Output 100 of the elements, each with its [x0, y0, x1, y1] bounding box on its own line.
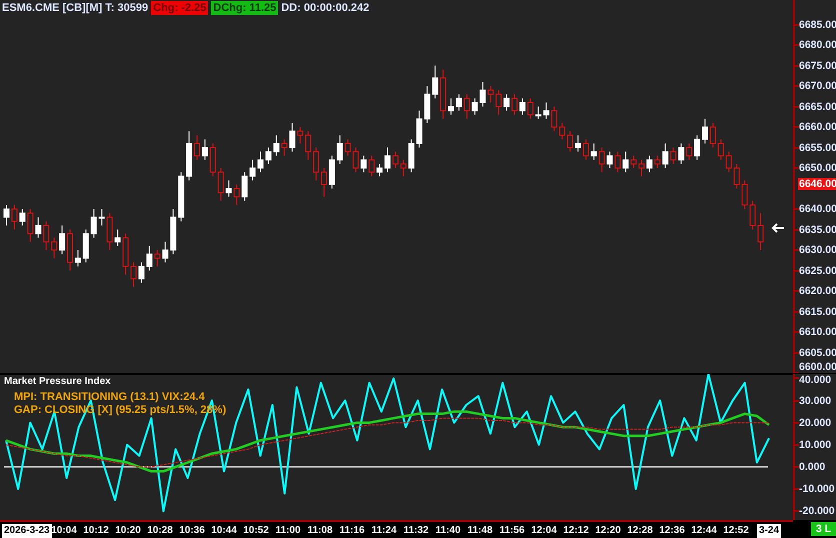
- candlestick: [392, 151, 398, 169]
- candlestick: [305, 130, 312, 160]
- candlestick: [43, 220, 50, 251]
- time-label: 10:52: [243, 525, 269, 536]
- candlestick: [686, 142, 692, 160]
- candlestick: [448, 98, 454, 116]
- time-label: 10:12: [83, 525, 109, 536]
- candlestick: [662, 142, 668, 169]
- time-label: 10:28: [147, 525, 173, 536]
- time-label: 12:36: [659, 525, 685, 536]
- time-label: 12:52: [723, 525, 749, 536]
- candlestick: [654, 155, 660, 169]
- time-label: 10:36: [179, 525, 205, 536]
- candlestick: [480, 81, 486, 108]
- candlestick: [432, 65, 438, 99]
- time-label: 12:12: [563, 525, 589, 536]
- day-change-value: DChg: 11.25: [211, 1, 278, 15]
- candlestick: [622, 151, 629, 173]
- time-label: 10:04: [51, 525, 77, 536]
- candlestick: [90, 208, 97, 238]
- time-label: 11:24: [371, 525, 397, 536]
- indicator-axis-label: 20.000: [799, 416, 832, 429]
- candlestick: [98, 208, 105, 226]
- candlestick: [535, 106, 542, 120]
- candlestick: [758, 212, 764, 251]
- indicator-axis-label: 30.000: [799, 394, 832, 407]
- candlestick: [718, 138, 724, 160]
- candlestick: [575, 134, 581, 152]
- candlestick: [146, 245, 152, 272]
- candlestick: [646, 155, 652, 173]
- candlestick: [376, 163, 383, 177]
- candlestick: [218, 168, 224, 202]
- candlestick: [456, 94, 462, 112]
- candlestick: [630, 155, 637, 169]
- candlestick: [258, 151, 264, 173]
- candlestick: [368, 155, 375, 177]
- time-label: 11:40: [435, 525, 461, 536]
- candlestick: [273, 134, 280, 156]
- end-date-label: 3-24: [757, 524, 782, 538]
- time-label: 12:44: [691, 525, 717, 536]
- candlestick: [582, 138, 589, 160]
- candlestick: [543, 102, 550, 120]
- candlestick: [384, 147, 390, 173]
- candlestick: [400, 159, 406, 177]
- candlestick: [670, 147, 676, 164]
- candlestick: [464, 94, 470, 120]
- candlestick: [154, 250, 160, 267]
- time-label: 11:00: [275, 525, 301, 536]
- candlestick: [11, 204, 18, 230]
- candlestick: [250, 159, 256, 181]
- candlestick: [265, 147, 272, 164]
- candlestick: [488, 86, 494, 103]
- candlestick: [496, 90, 502, 116]
- candlestick: [321, 168, 327, 198]
- indicator-axis-label: 40.000: [799, 374, 832, 386]
- candlestick: [678, 142, 684, 164]
- time-label: 10:20: [115, 525, 141, 536]
- candlestick: [702, 118, 708, 144]
- status-text: MPI: TRANSITIONING (13.1) VIX:24.4: [14, 391, 205, 403]
- candlestick: [606, 151, 613, 169]
- candlestick: [289, 122, 296, 152]
- time-label: 11:16: [339, 525, 365, 536]
- candlestick: [598, 147, 605, 173]
- candlestick: [360, 155, 367, 173]
- candlestick: [27, 208, 34, 242]
- candlestick: [51, 237, 58, 259]
- indicator-axis-label: -10.000: [799, 483, 835, 496]
- candlestick: [694, 134, 700, 160]
- indicator-axis-label: 10.000: [799, 438, 832, 451]
- time-label: 10:44: [211, 525, 237, 536]
- status-badge: 3 L: [810, 522, 836, 536]
- candlestick: [281, 138, 288, 156]
- time-label: 12:04: [531, 525, 557, 536]
- candlestick: [74, 250, 81, 267]
- change-value: Chg: -2.25: [151, 1, 208, 15]
- candlestick: [59, 224, 66, 255]
- candlestick: [114, 229, 121, 246]
- candlestick: [726, 151, 732, 173]
- candlestick: [710, 122, 716, 148]
- indicator-axis-label: -20.000: [799, 505, 835, 518]
- candlestick: [202, 138, 208, 160]
- arrow-icon: [771, 223, 785, 233]
- candlestick: [614, 151, 621, 173]
- candlestick: [313, 147, 320, 181]
- candlestick: [234, 184, 240, 206]
- candlestick: [344, 138, 351, 156]
- candlestick: [504, 94, 510, 112]
- candlestick: [336, 134, 343, 164]
- candlestick: [472, 98, 478, 116]
- indicator-axis-label: 0.000: [799, 460, 826, 473]
- time-label: 11:48: [467, 525, 493, 536]
- time-label: 11:56: [499, 525, 525, 536]
- candlestick: [551, 106, 558, 132]
- candlestick: [226, 180, 232, 198]
- candlestick: [519, 98, 526, 116]
- time-label: 11:32: [403, 525, 429, 536]
- candlestick: [242, 172, 248, 202]
- candlestick: [4, 204, 10, 226]
- candlestick: [559, 122, 566, 140]
- symbol-label: ESM6.CME [CB][M] T: 30599: [2, 1, 148, 15]
